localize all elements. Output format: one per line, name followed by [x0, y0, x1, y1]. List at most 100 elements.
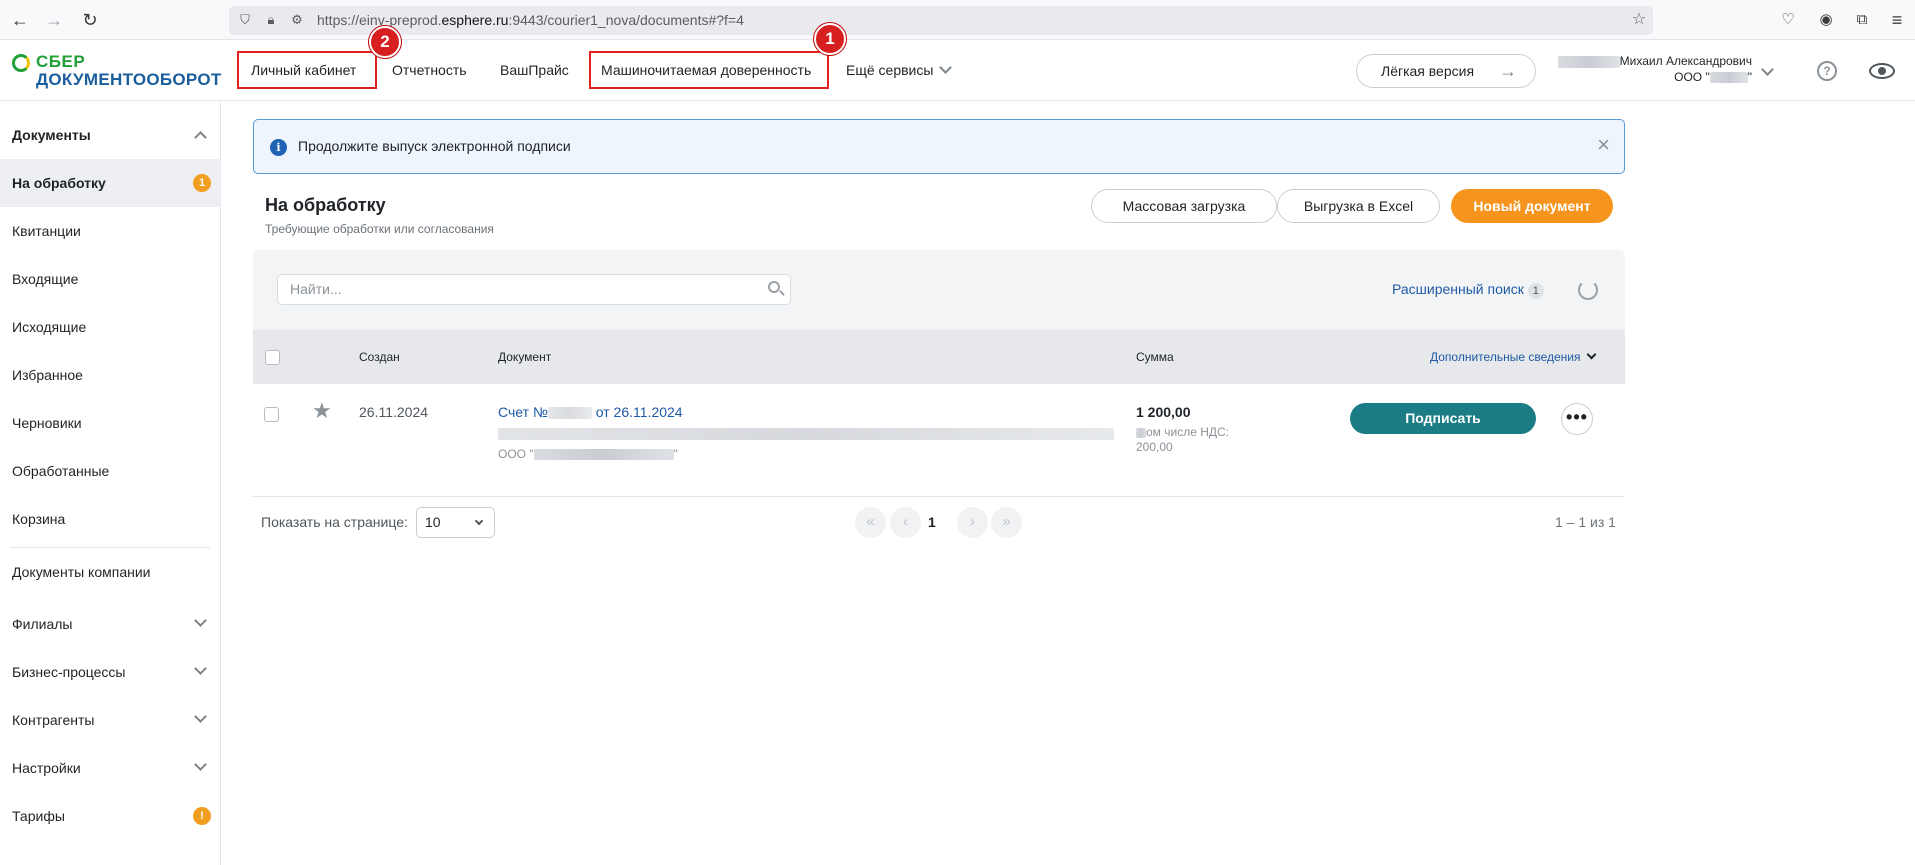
doc-title-suffix: от 26.11.2024 — [591, 404, 683, 420]
advanced-search-link[interactable]: Расширенный поиск 1 — [1392, 281, 1544, 299]
sidebar-item-label: На обработку — [12, 175, 106, 191]
nav-more-services[interactable]: Ещё сервисы — [846, 61, 953, 78]
column-created[interactable]: Создан — [359, 350, 400, 364]
logo-text-top: СБЕР — [36, 52, 86, 71]
counterparty-name: ООО " " — [498, 447, 678, 461]
prev-page-button[interactable]: ‹ — [890, 507, 921, 538]
sidebar-item-drafts[interactable]: Черновики — [0, 399, 221, 447]
sidebar-item-processed[interactable]: Обработанные — [0, 447, 221, 495]
sidebar: Документы На обработку 1 Квитанции Входящ… — [0, 101, 221, 865]
document-link[interactable]: Счет № от 26.11.2024 — [498, 404, 683, 420]
user-menu[interactable]: Михаил Александрович ООО " " — [1556, 54, 1752, 84]
sidebar-item-outgoing[interactable]: Исходящие — [0, 303, 221, 351]
forward-arrow-icon[interactable]: → — [44, 10, 64, 30]
light-version-button[interactable]: Лёгкая версия → — [1356, 54, 1536, 88]
doc-title-prefix: Счет № — [498, 404, 548, 420]
bookmark-star-icon[interactable]: ☆ — [1631, 12, 1647, 28]
highlight-box-personal-account — [237, 51, 377, 89]
pocket-icon[interactable]: ♡ — [1778, 10, 1798, 30]
more-info-label: Дополнительные сведения — [1430, 350, 1581, 364]
sidebar-item-company-documents[interactable]: Документы компании — [0, 548, 221, 596]
new-document-button[interactable]: Новый документ — [1451, 189, 1613, 223]
lock-icon[interactable]: 🔒︎ — [263, 12, 279, 28]
per-page-select[interactable]: 10 — [416, 507, 495, 538]
search-input[interactable]: Найти... — [277, 274, 791, 305]
sidebar-item-tariffs[interactable]: Тарифы! — [0, 792, 221, 840]
sidebar-item-label: Контрагенты — [12, 712, 95, 728]
account-icon[interactable]: ◉ — [1816, 10, 1836, 30]
user-menu-chevron-icon[interactable] — [1761, 63, 1774, 76]
column-document[interactable]: Документ — [498, 350, 551, 364]
select-all-checkbox[interactable] — [265, 350, 280, 365]
alert-text: Продолжите выпуск электронной подписи — [298, 138, 571, 154]
help-icon[interactable]: ? — [1817, 61, 1837, 81]
column-sum[interactable]: Сумма — [1136, 350, 1174, 364]
org-prefix: ООО " — [498, 447, 534, 461]
page-subtitle: Требующие обработки или согласования — [265, 222, 494, 236]
mass-upload-button[interactable]: Массовая загрузка — [1091, 189, 1277, 223]
sidebar-item-label: Тарифы — [12, 808, 65, 824]
current-page-number[interactable]: 1 — [928, 514, 936, 530]
favorite-star-icon[interactable]: ★ — [312, 400, 332, 422]
row-more-actions-button[interactable]: ••• — [1561, 403, 1593, 435]
pagination-total: 1 – 1 из 1 — [1555, 514, 1616, 530]
redacted-org-name — [533, 449, 674, 461]
redacted-doc-details — [498, 428, 1114, 440]
sidebar-item-counterparties[interactable]: Контрагенты — [0, 696, 221, 744]
table-row[interactable]: ★ 26.11.2024 Счет № от 26.11.2024 ООО " "… — [253, 384, 1625, 497]
back-arrow-icon[interactable]: ← — [10, 10, 30, 30]
sidebar-item-label: Документы компании — [12, 564, 151, 580]
marker-1: 1 — [814, 23, 846, 55]
permissions-icon[interactable]: ⚙ — [289, 12, 305, 28]
row-checkbox[interactable] — [264, 407, 279, 422]
sign-button[interactable]: Подписать — [1350, 403, 1536, 434]
nav-vashprice[interactable]: ВашПрайс — [500, 62, 569, 78]
reload-icon[interactable]: ↻ — [80, 10, 100, 30]
redacted-org — [1709, 72, 1748, 84]
sidebar-item-branches[interactable]: Филиалы — [0, 600, 221, 648]
chevron-down-icon — [939, 61, 953, 74]
org-suffix: " — [673, 447, 678, 461]
chevron-down-icon — [194, 662, 207, 675]
sidebar-item-trash[interactable]: Корзина — [0, 495, 221, 543]
per-page-label: Показать на странице: — [261, 514, 408, 530]
refresh-icon[interactable] — [1578, 280, 1598, 300]
sidebar-item-label: Исходящие — [12, 319, 87, 335]
sidebar-item-label: Входящие — [12, 271, 79, 287]
nav-more-services-label: Ещё сервисы — [846, 62, 934, 78]
shield-icon[interactable]: ⛉ — [237, 12, 253, 28]
sidebar-item-incoming[interactable]: Входящие — [0, 255, 221, 303]
menu-icon[interactable]: ≡ — [1887, 10, 1907, 30]
chevron-down-icon — [194, 710, 207, 723]
sidebar-item-label: Бизнес-процессы — [12, 664, 126, 680]
more-info-toggle[interactable]: Дополнительные сведения — [1430, 349, 1597, 364]
eye-icon[interactable] — [1869, 63, 1895, 79]
close-icon[interactable]: × — [1597, 134, 1610, 156]
signature-alert[interactable]: i Продолжите выпуск электронной подписи … — [253, 119, 1625, 174]
address-bar[interactable]: ⛉ 🔒︎ ⚙ https://einv-preprod.esphere.ru:9… — [229, 6, 1653, 35]
sidebar-item-label: Избранное — [12, 367, 83, 383]
sidebar-item-to-process[interactable]: На обработку 1 — [0, 159, 221, 207]
sidebar-item-label: Документы — [12, 127, 91, 143]
info-icon: i — [270, 139, 287, 156]
extensions-icon[interactable]: ⧉ — [1852, 10, 1872, 30]
redacted-vat-prefix — [1136, 427, 1146, 438]
sidebar-item-documents[interactable]: Документы — [0, 111, 221, 159]
per-page-value: 10 — [425, 514, 441, 530]
sidebar-item-label: Филиалы — [12, 616, 73, 632]
sidebar-item-favorites[interactable]: Избранное — [0, 351, 221, 399]
user-org-suffix: " — [1747, 70, 1752, 84]
excel-export-button[interactable]: Выгрузка в Excel — [1277, 189, 1440, 223]
chevron-up-icon — [194, 131, 207, 144]
last-page-button[interactable]: » — [991, 507, 1022, 538]
chevron-down-icon — [1587, 349, 1597, 360]
sidebar-item-receipts[interactable]: Квитанции — [0, 207, 221, 255]
sidebar-item-label: Черновики — [12, 415, 82, 431]
table-header: Создан Документ Сумма Дополнительные све… — [253, 330, 1625, 384]
sidebar-item-business-processes[interactable]: Бизнес-процессы — [0, 648, 221, 696]
next-page-button[interactable]: › — [957, 507, 988, 538]
user-org-prefix: ООО " — [1674, 70, 1710, 84]
first-page-button[interactable]: « — [855, 507, 886, 538]
nav-reporting[interactable]: Отчетность — [392, 62, 467, 78]
sidebar-item-settings[interactable]: Настройки — [0, 744, 221, 792]
